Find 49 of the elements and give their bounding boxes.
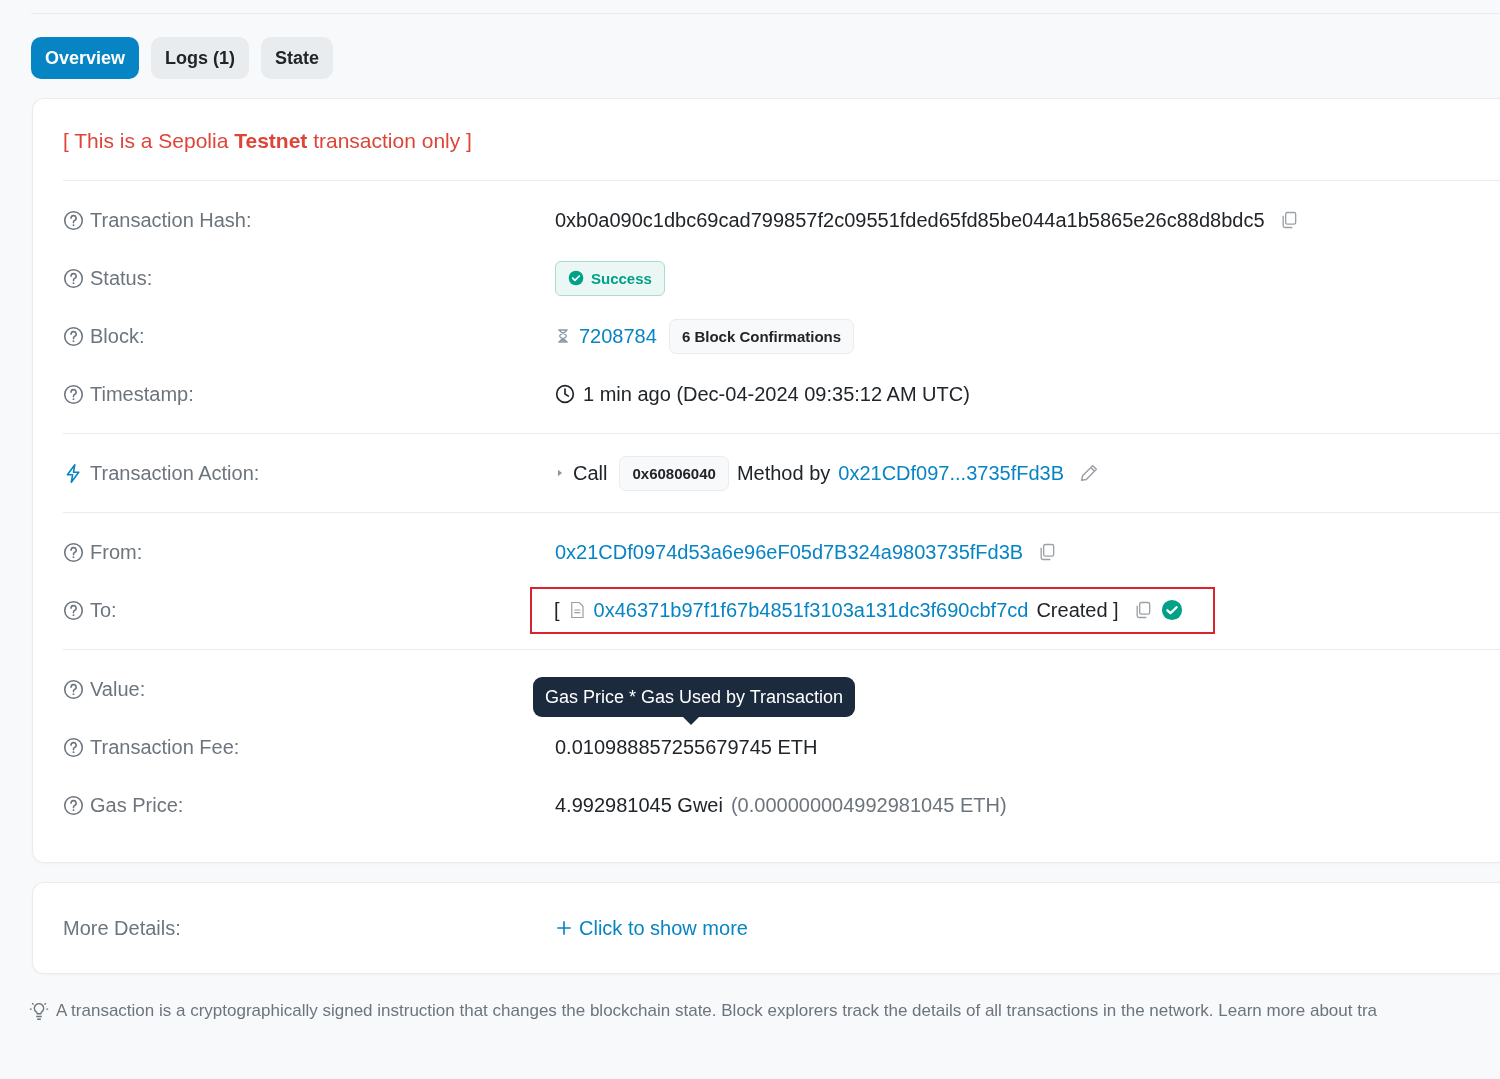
- value-text: 1 min ago (Dec-04-2024 09:35:12 AM UTC): [583, 382, 970, 406]
- help-icon: [63, 209, 84, 231]
- show-more-link[interactable]: Click to show more: [555, 916, 748, 940]
- field-label: Transaction Action:: [90, 461, 260, 485]
- field-label: Value:: [90, 677, 146, 701]
- tag: 6 Block Confirmations: [668, 318, 855, 354]
- field-label: Timestamp:: [90, 382, 194, 406]
- tooltip: Gas Price * Gas Used by Transaction: [533, 677, 856, 725]
- field-label: More Details:: [63, 916, 182, 940]
- field-label: Transaction Hash:: [90, 208, 252, 232]
- help-icon: [63, 267, 84, 289]
- address-link[interactable]: 0x21CDf0974d53a6e96eF05d7B324a9803735fFd3B: [555, 540, 1024, 564]
- pencil-icon: [1078, 462, 1100, 484]
- value-text: Method by: [736, 461, 831, 485]
- value-text: Call: [573, 461, 608, 485]
- hourglass-icon: [555, 326, 571, 346]
- check-circle-icon: [1160, 599, 1183, 621]
- address-link[interactable]: 0x46371b97f1f67b4851f3103a131dc3f690cbf7cd: [593, 598, 1029, 622]
- value-text: [: [554, 598, 560, 622]
- value-text: (0.000000004992981045 ETH): [730, 793, 1007, 817]
- address-link[interactable]: 7208784: [579, 324, 657, 348]
- tab[interactable]: State: [261, 37, 334, 79]
- tab[interactable]: Logs (1): [151, 37, 250, 79]
- help-icon: [63, 599, 84, 621]
- plus-icon: [555, 919, 573, 937]
- help-icon: [63, 541, 84, 563]
- testnet-notice: [ This is a Sepolia Testnet transaction only ]: [63, 99, 1500, 181]
- value-text: 4.992981045 Gwei: [555, 793, 723, 817]
- value-text: Created ]: [1036, 598, 1119, 622]
- help-icon: [63, 325, 84, 347]
- field-label: To:: [90, 598, 117, 622]
- address-link[interactable]: 0x21CDf097...3735fFd3B: [838, 461, 1064, 485]
- status-badge: Success: [555, 260, 665, 296]
- help-icon: [63, 736, 84, 758]
- lightbulb-icon: [28, 1000, 50, 1022]
- clock-icon: [555, 384, 575, 404]
- field-label: Transaction Fee:: [90, 735, 240, 759]
- info-text: A transaction is a cryptographically signed instruction that changes the blockchain state. Block explorers track the details of all transactions in the network. Learn more about tra: [56, 1001, 1378, 1021]
- help-icon: [63, 678, 84, 700]
- field-label: Gas Price:: [90, 793, 184, 817]
- field-label: Status:: [90, 266, 153, 290]
- value-text: 0xb0a090c1dbc69cad799857f2c09551fded65fd85be044a1b5865e26c88d8bdc5: [555, 208, 1265, 232]
- help-icon: [63, 383, 84, 405]
- field-label: From:: [90, 540, 143, 564]
- value-text: 0.010988857255679745 ETH: [555, 735, 818, 759]
- tab[interactable]: Overview: [31, 37, 140, 79]
- help-icon: [63, 794, 84, 816]
- field-label: Block:: [90, 324, 145, 348]
- tag: 0x60806040: [619, 455, 729, 491]
